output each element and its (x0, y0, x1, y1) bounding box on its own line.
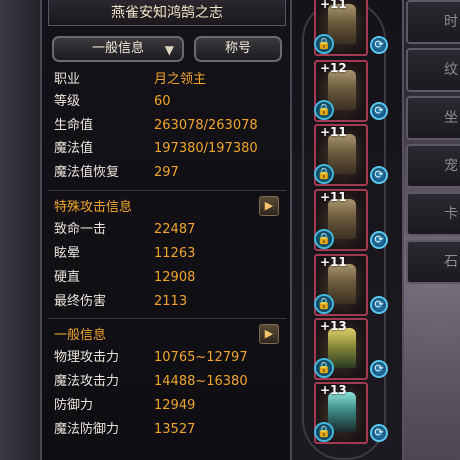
special-attack-section-title: 特殊攻击信息 (54, 200, 133, 215)
stat-label: 眩晕 (54, 246, 81, 261)
enhance-level: +12 (320, 61, 347, 75)
background-left-strip (0, 0, 40, 460)
stat-label: 魔法防御力 (54, 422, 120, 437)
stat-label: 防御力 (54, 398, 94, 413)
stat-value: 13527 (154, 422, 196, 437)
side-tab[interactable]: 石 (406, 240, 460, 284)
lock-icon[interactable]: 🔒 (314, 100, 334, 120)
general-info-section-title: 一般信息 (54, 328, 107, 343)
character-stats-panel: 燕雀安知鸿鹄之志 一般信息 ▼ 称号 职业 月之领主 等级 60 生命值 263… (40, 0, 292, 460)
chevron-down-icon: ▼ (164, 43, 174, 57)
swap-icon[interactable]: ⟳ (370, 36, 388, 54)
stat-value: 14488~16380 (154, 374, 248, 389)
stat-label: 魔法攻击力 (54, 374, 120, 389)
equipment-column: +11 🔒 ⟳ +12 🔒 ⟳ +11 🔒 ⟳ +11 🔒 ⟳ +11 🔒 ⟳ … (292, 0, 404, 460)
lock-icon[interactable]: 🔒 (314, 358, 334, 378)
swap-icon[interactable]: ⟳ (370, 231, 388, 249)
swap-icon[interactable]: ⟳ (370, 296, 388, 314)
lock-icon[interactable]: 🔒 (314, 294, 334, 314)
side-tab[interactable]: 宠 (406, 144, 460, 188)
general-info-dropdown[interactable]: 一般信息 ▼ (52, 36, 184, 62)
enhance-level: +11 (320, 190, 347, 204)
titles-button[interactable]: 称号 (194, 36, 282, 62)
stat-label: 魔法值 (54, 141, 94, 156)
stat-value: 22487 (154, 222, 196, 237)
stat-value: 60 (154, 94, 171, 109)
enhance-level: +13 (320, 383, 347, 397)
stat-value: 297 (154, 165, 179, 180)
stat-label: 最终伤害 (54, 294, 107, 309)
stat-value: 月之领主 (154, 72, 207, 87)
side-tab[interactable]: 纹 (406, 48, 460, 92)
stat-label: 魔法值恢复 (54, 165, 120, 180)
stat-label: 致命一击 (54, 222, 107, 237)
enhance-level: +13 (320, 319, 347, 333)
side-tab[interactable]: 坐 (406, 96, 460, 140)
stat-value: 11263 (154, 246, 196, 261)
lock-icon[interactable]: 🔒 (314, 422, 334, 442)
stat-value: 12949 (154, 398, 196, 413)
chevron-right-icon[interactable]: ▶ (259, 324, 279, 344)
enhance-level: +11 (320, 125, 347, 139)
stat-label: 生命值 (54, 118, 94, 133)
stat-label: 硬直 (54, 270, 81, 285)
character-name-title: 燕雀安知鸿鹄之志 (48, 0, 286, 26)
stat-value: 12908 (154, 270, 196, 285)
stat-value: 10765~12797 (154, 350, 248, 365)
stat-label: 物理攻击力 (54, 350, 120, 365)
stat-value: 2113 (154, 294, 188, 309)
enhance-level: +11 (320, 0, 347, 11)
section-divider (48, 190, 286, 191)
lock-icon[interactable]: 🔒 (314, 164, 334, 184)
chevron-right-icon[interactable]: ▶ (259, 196, 279, 216)
swap-icon[interactable]: ⟳ (370, 166, 388, 184)
swap-icon[interactable]: ⟳ (370, 424, 388, 442)
lock-icon[interactable]: 🔒 (314, 34, 334, 54)
stat-value: 197380/197380 (154, 141, 258, 156)
stat-label: 职业 (54, 72, 81, 87)
swap-icon[interactable]: ⟳ (370, 360, 388, 378)
section-divider (48, 318, 286, 319)
side-tab[interactable]: 卡 (406, 192, 460, 236)
swap-icon[interactable]: ⟳ (370, 102, 388, 120)
general-info-dropdown-label: 一般信息 (91, 41, 144, 56)
side-tab[interactable]: 时 (406, 0, 460, 44)
lock-icon[interactable]: 🔒 (314, 229, 334, 249)
enhance-level: +11 (320, 255, 347, 269)
stat-value: 263078/263078 (154, 118, 258, 133)
stat-label: 等级 (54, 94, 81, 109)
